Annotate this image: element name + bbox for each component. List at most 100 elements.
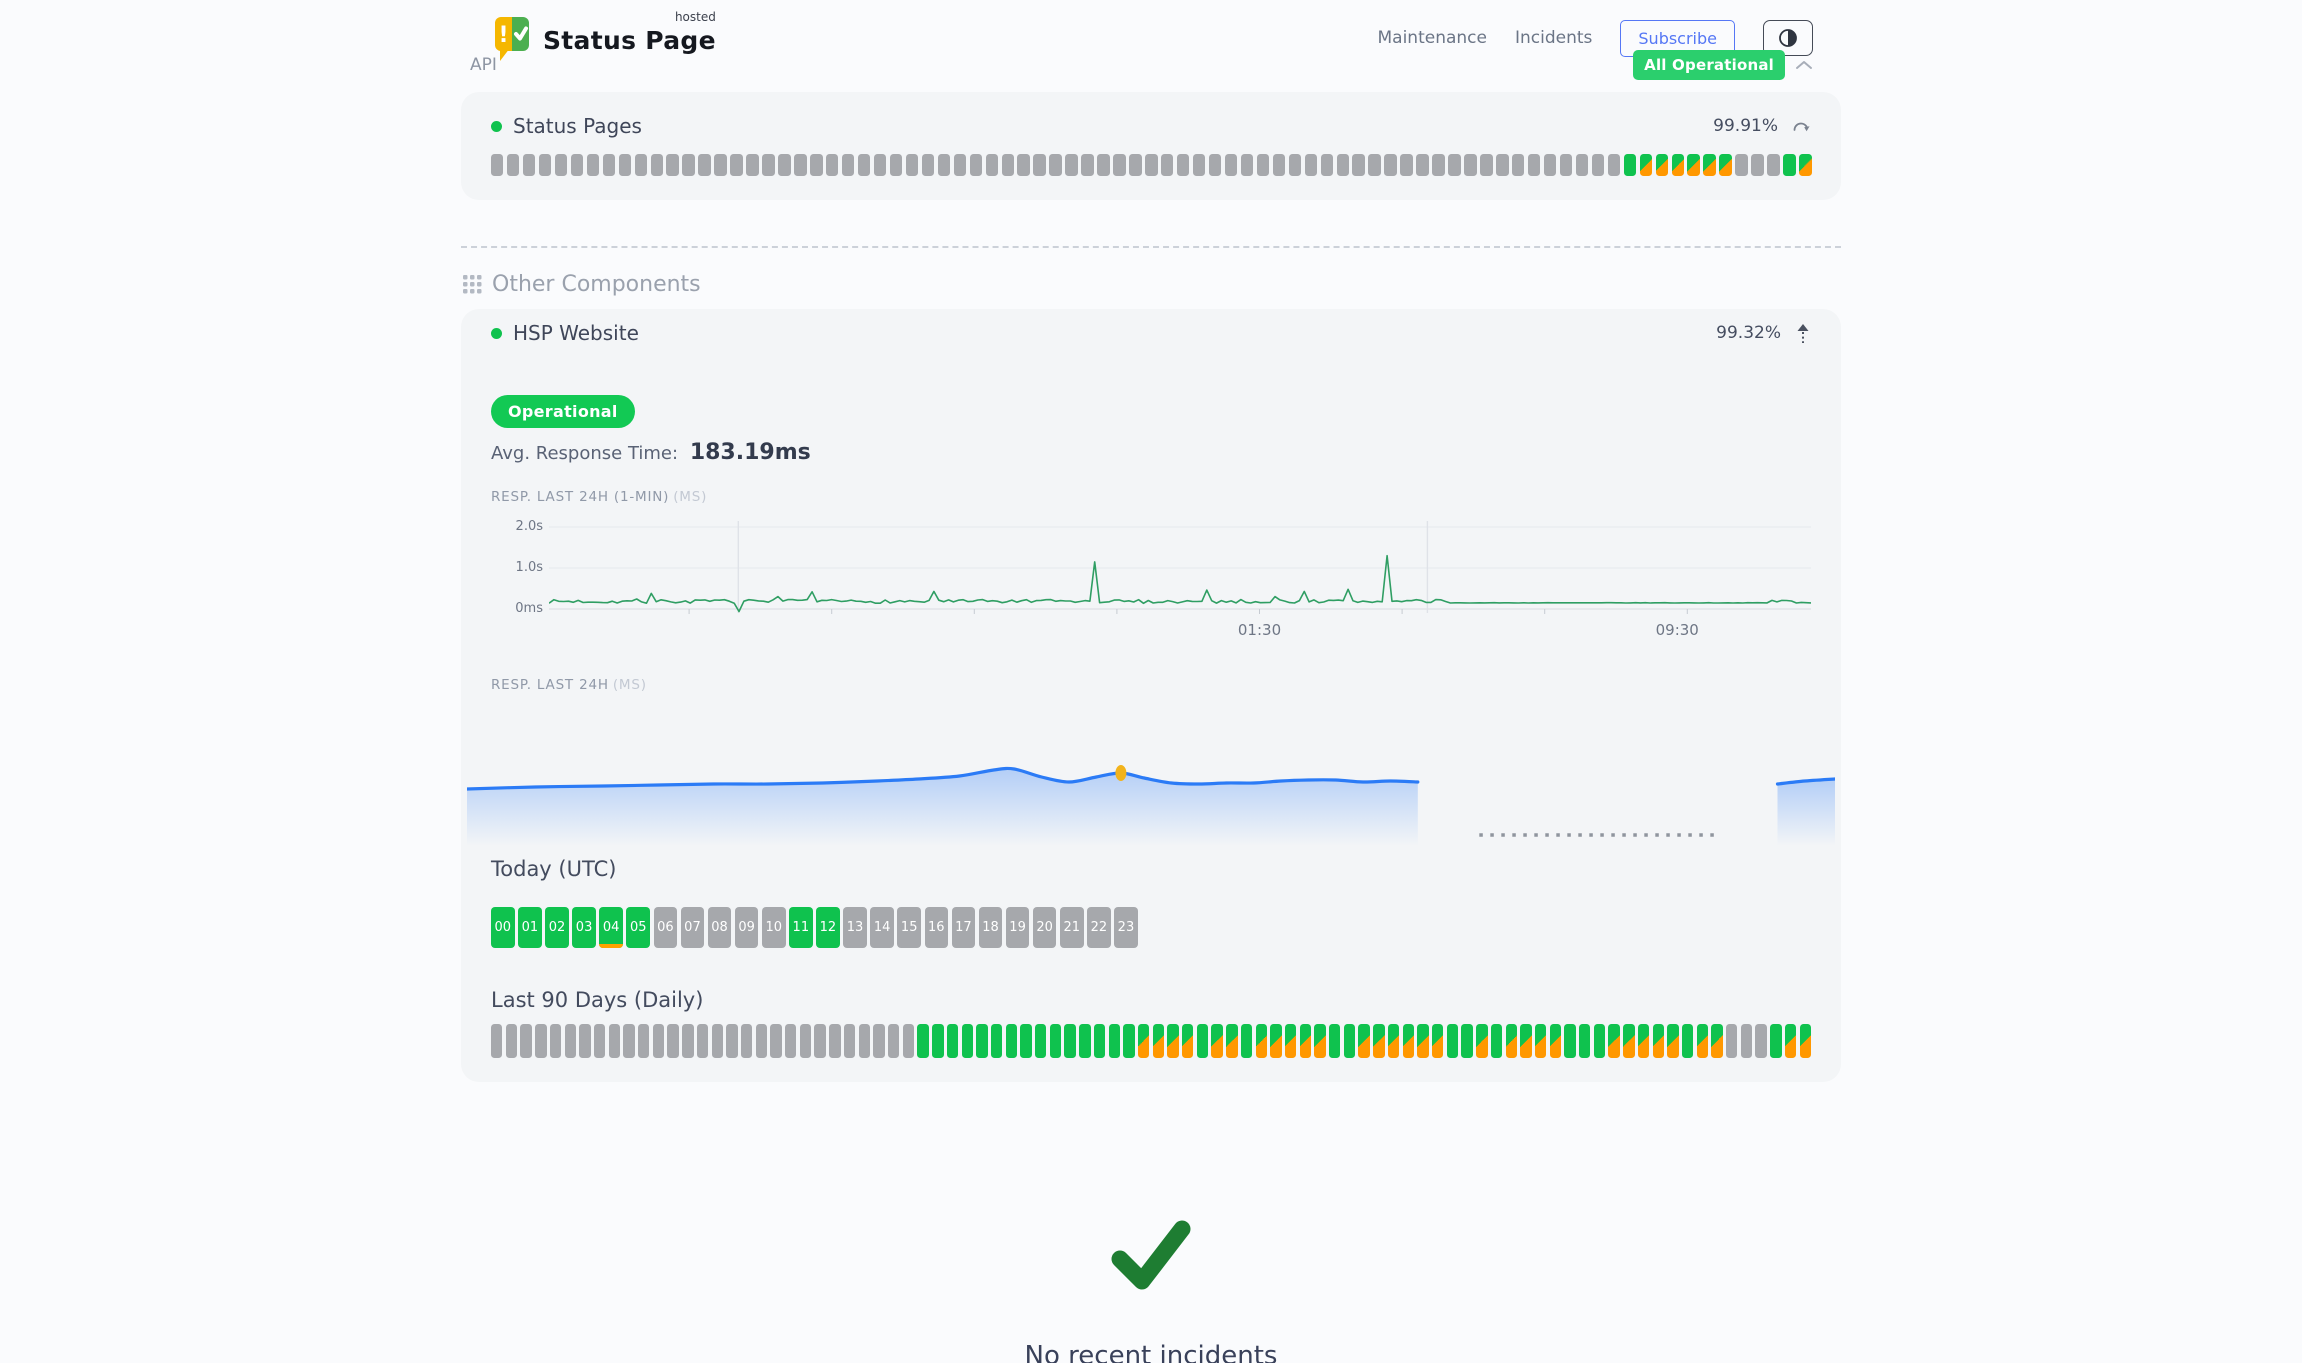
uptime-bar[interactable] <box>1049 154 1061 176</box>
day-bar[interactable] <box>1403 1024 1414 1058</box>
uptime-bar[interactable] <box>1464 154 1476 176</box>
day-bar[interactable] <box>1653 1024 1664 1058</box>
uptime-bar[interactable] <box>1193 154 1205 176</box>
day-bar[interactable] <box>888 1024 899 1058</box>
chevron-up-icon[interactable] <box>1795 60 1813 70</box>
day-bar[interactable] <box>638 1024 649 1058</box>
day-bar[interactable] <box>623 1024 634 1058</box>
day-bar[interactable] <box>579 1024 590 1058</box>
hour-block[interactable]: 19 <box>1006 907 1030 948</box>
uptime-bar[interactable] <box>1448 154 1460 176</box>
uptime-bar[interactable] <box>1161 154 1173 176</box>
day-bar[interactable] <box>1564 1024 1575 1058</box>
day-bar[interactable] <box>1491 1024 1502 1058</box>
hour-block[interactable]: 13 <box>843 907 867 948</box>
day-bar[interactable] <box>520 1024 531 1058</box>
hour-block[interactable]: 17 <box>952 907 976 948</box>
uptime-bar[interactable] <box>1783 154 1795 176</box>
uptime-bar[interactable] <box>922 154 934 176</box>
uptime-bar[interactable] <box>1002 154 1014 176</box>
uptime-bar[interactable] <box>1751 154 1763 176</box>
day-bar[interactable] <box>1300 1024 1311 1058</box>
uptime-bar[interactable] <box>1145 154 1157 176</box>
uptime-bar[interactable] <box>826 154 838 176</box>
uptime-bar[interactable] <box>810 154 822 176</box>
day-bar[interactable] <box>667 1024 678 1058</box>
hour-block[interactable]: 02 <box>545 907 569 948</box>
day-bar[interactable] <box>726 1024 737 1058</box>
uptime-bar[interactable] <box>1033 154 1045 176</box>
uptime-bar[interactable] <box>1225 154 1237 176</box>
uptime-bar[interactable] <box>874 154 886 176</box>
day-bar[interactable] <box>1550 1024 1561 1058</box>
day-bar[interactable] <box>1138 1024 1149 1058</box>
day-bar[interactable] <box>1182 1024 1193 1058</box>
uptime-bar[interactable] <box>1512 154 1524 176</box>
hour-block[interactable]: 03 <box>572 907 596 948</box>
day-bar[interactable] <box>1241 1024 1252 1058</box>
uptime-bar[interactable] <box>1544 154 1556 176</box>
uptime-bar[interactable] <box>1065 154 1077 176</box>
hour-block[interactable]: 16 <box>925 907 949 948</box>
day-bar[interactable] <box>1226 1024 1237 1058</box>
uptime-bar[interactable] <box>1368 154 1380 176</box>
day-bar[interactable] <box>1579 1024 1590 1058</box>
uptime-bar[interactable] <box>1305 154 1317 176</box>
uptime-bar[interactable] <box>523 154 535 176</box>
hour-block[interactable]: 22 <box>1087 907 1111 948</box>
hour-block[interactable]: 21 <box>1060 907 1084 948</box>
uptime-bar[interactable] <box>587 154 599 176</box>
uptime-bar[interactable] <box>714 154 726 176</box>
uptime-bar[interactable] <box>1097 154 1109 176</box>
brand-logo[interactable]: ! hosted Status Page <box>491 14 716 62</box>
day-bar[interactable] <box>1035 1024 1046 1058</box>
uptime-bar[interactable] <box>1081 154 1093 176</box>
uptime-bar[interactable] <box>1257 154 1269 176</box>
hour-block[interactable]: 23 <box>1114 907 1138 948</box>
day-bar[interactable] <box>859 1024 870 1058</box>
day-bar[interactable] <box>697 1024 708 1058</box>
day-bar[interactable] <box>800 1024 811 1058</box>
day-bar[interactable] <box>1094 1024 1105 1058</box>
day-bar[interactable] <box>1682 1024 1693 1058</box>
uptime-bar[interactable] <box>1703 154 1715 176</box>
uptime-bar[interactable] <box>1799 154 1811 176</box>
hour-block[interactable]: 07 <box>681 907 705 948</box>
uptime-bar[interactable] <box>698 154 710 176</box>
uptime-bar[interactable] <box>1592 154 1604 176</box>
uptime-bar[interactable] <box>1719 154 1731 176</box>
uptime-bar[interactable] <box>1400 154 1412 176</box>
uptime-bar[interactable] <box>1113 154 1125 176</box>
uptime-bar[interactable] <box>619 154 631 176</box>
hour-block[interactable]: 12 <box>816 907 840 948</box>
uptime-bar[interactable] <box>491 154 503 176</box>
uptime-bar[interactable] <box>1656 154 1668 176</box>
hour-block[interactable]: 08 <box>708 907 732 948</box>
uptime-bar[interactable] <box>1017 154 1029 176</box>
day-bar[interactable] <box>1329 1024 1340 1058</box>
day-bar[interactable] <box>1506 1024 1517 1058</box>
day-bar[interactable] <box>1197 1024 1208 1058</box>
day-bar[interactable] <box>1153 1024 1164 1058</box>
uptime-bar[interactable] <box>1337 154 1349 176</box>
day-bar[interactable] <box>991 1024 1002 1058</box>
day-bar[interactable] <box>917 1024 928 1058</box>
uptime-bar[interactable] <box>507 154 519 176</box>
uptime-bar[interactable] <box>1352 154 1364 176</box>
day-bar[interactable] <box>1211 1024 1222 1058</box>
day-bar[interactable] <box>1079 1024 1090 1058</box>
day-bar[interactable] <box>873 1024 884 1058</box>
uptime-bar[interactable] <box>746 154 758 176</box>
day-bar[interactable] <box>1167 1024 1178 1058</box>
uptime-bar[interactable] <box>842 154 854 176</box>
hour-block[interactable]: 15 <box>897 907 921 948</box>
hour-block[interactable]: 05 <box>626 907 650 948</box>
day-bar[interactable] <box>1373 1024 1384 1058</box>
day-bar[interactable] <box>932 1024 943 1058</box>
day-bar[interactable] <box>1447 1024 1458 1058</box>
day-bar[interactable] <box>1520 1024 1531 1058</box>
uptime-bar[interactable] <box>858 154 870 176</box>
day-bar[interactable] <box>1432 1024 1443 1058</box>
day-bar[interactable] <box>506 1024 517 1058</box>
hour-block[interactable]: 18 <box>979 907 1003 948</box>
